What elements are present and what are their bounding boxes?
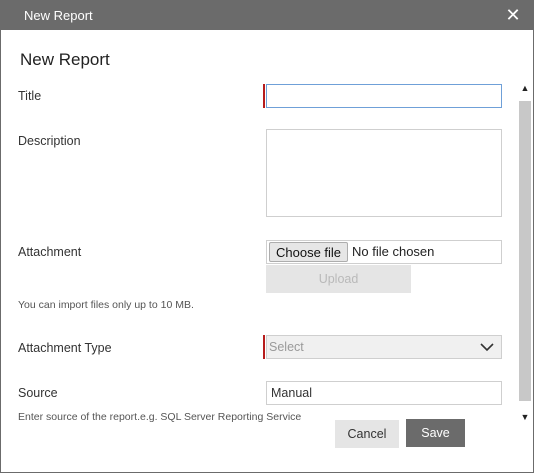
description-label: Description: [18, 134, 81, 148]
import-size-hint: You can import files only up to 10 MB.: [18, 299, 194, 311]
dialog-titlebar: New Report ✕: [1, 1, 533, 30]
cancel-button[interactable]: Cancel: [335, 420, 399, 448]
attachment-type-select[interactable]: Select: [266, 335, 502, 359]
attachment-label: Attachment: [18, 245, 82, 259]
source-label: Source: [18, 386, 58, 400]
scrollbar-thumb[interactable]: [519, 101, 531, 401]
title-required-marker: [263, 84, 265, 108]
scroll-up-arrow-icon[interactable]: ▲: [518, 81, 532, 95]
attachment-type-required-marker: [263, 335, 265, 359]
source-input[interactable]: [266, 381, 502, 405]
attachment-type-value: Select: [269, 340, 304, 354]
form-heading: New Report: [20, 50, 110, 69]
attachment-file-input: Choose file No file chosen: [266, 240, 502, 264]
choose-file-button[interactable]: Choose file: [269, 242, 349, 262]
close-icon[interactable]: ✕: [503, 4, 523, 26]
new-report-dialog: New Report ✕ New Report Title Descriptio…: [0, 0, 534, 473]
dialog-title: New Report: [24, 8, 93, 23]
no-file-chosen-text: No file chosen: [352, 244, 435, 259]
save-button[interactable]: Save: [406, 419, 465, 447]
form-scrollbar[interactable]: ▲ ▼: [518, 81, 532, 426]
attachment-type-label: Attachment Type: [18, 341, 112, 355]
title-label: Title: [18, 89, 42, 103]
upload-button[interactable]: Upload: [266, 265, 411, 293]
source-hint: Enter source of the report.e.g. SQL Serv…: [18, 411, 302, 423]
description-textarea[interactable]: [266, 129, 502, 217]
title-input[interactable]: [266, 84, 502, 108]
chevron-down-icon: [480, 343, 494, 352]
scroll-down-arrow-icon[interactable]: ▼: [518, 410, 532, 424]
